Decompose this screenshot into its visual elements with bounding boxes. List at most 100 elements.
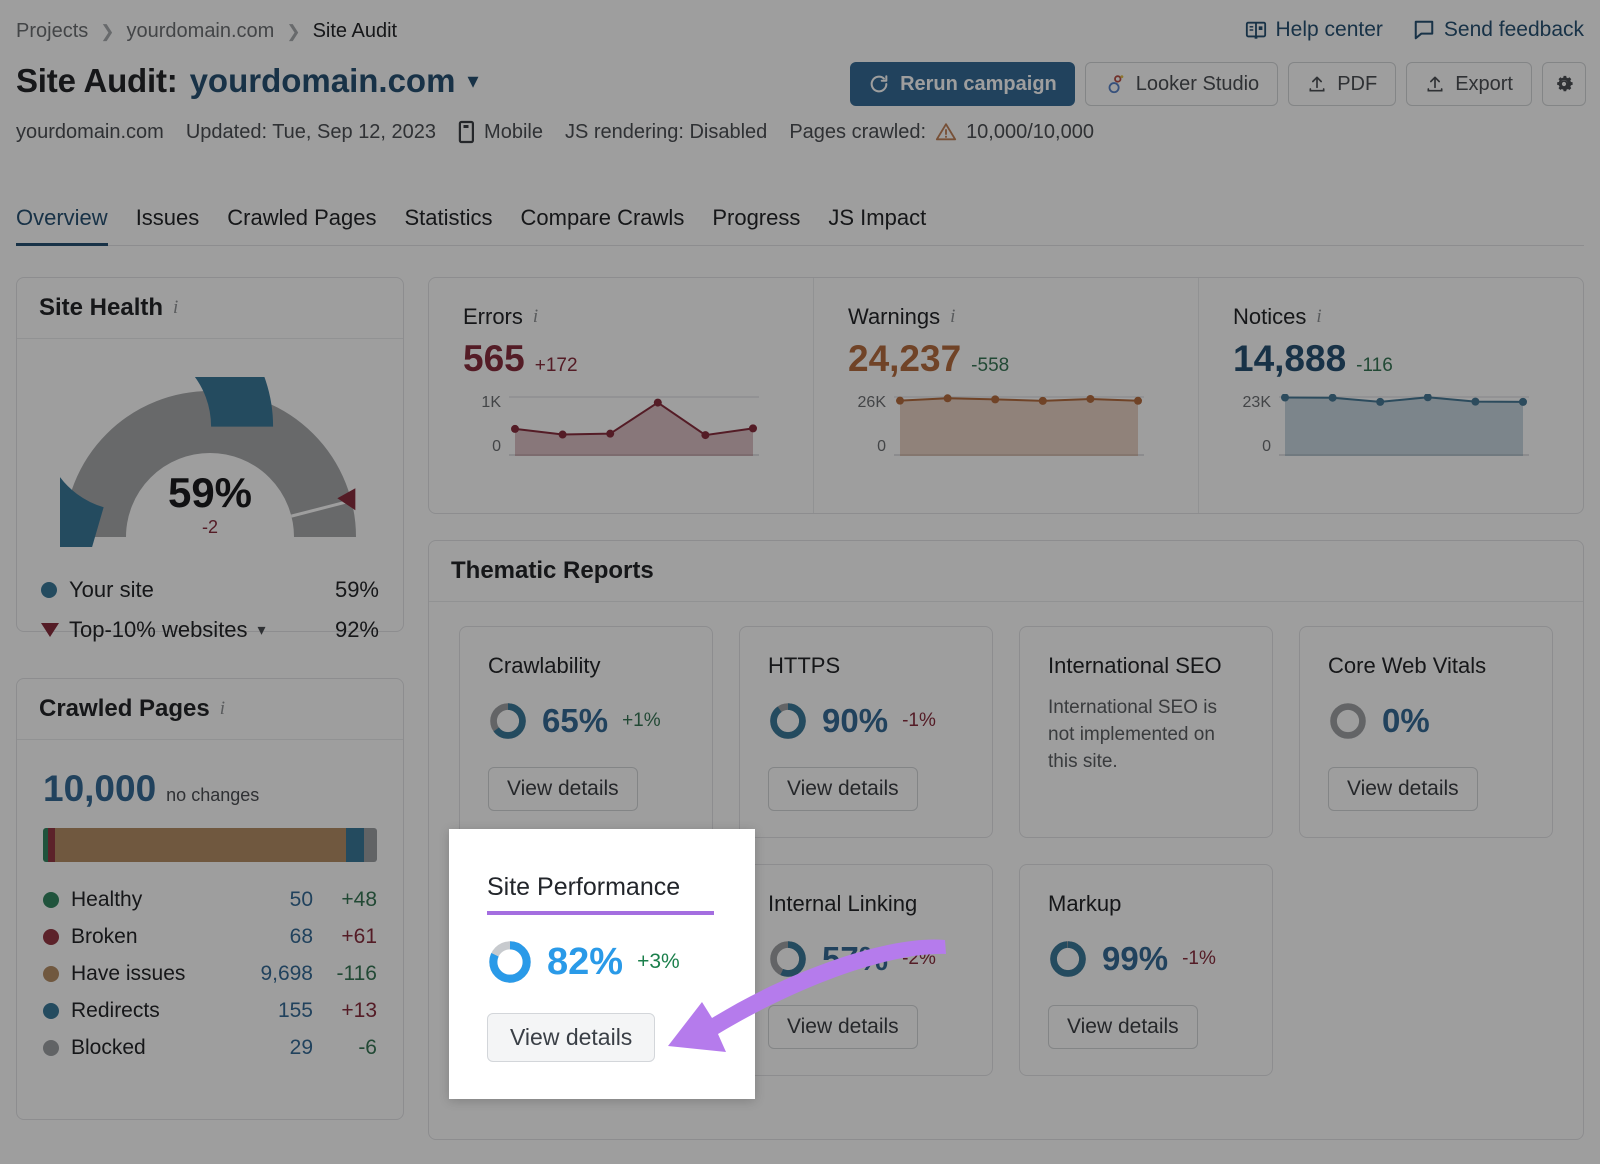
thematic-card-crawlability: Crawlability 65% +1% View details [459,626,713,838]
tab-issues[interactable]: Issues [136,205,200,246]
export-button[interactable]: Export [1406,62,1532,106]
tab-compare-crawls[interactable]: Compare Crawls [521,205,685,246]
info-icon[interactable]: i [1316,306,1321,328]
stat-name: Notices [1233,304,1307,329]
thematic-card-international-seo: International SEO International SEO is n… [1019,626,1273,838]
thematic-card-view-details-button[interactable]: View details [1328,767,1478,811]
page-title-domain[interactable]: yourdomain.com [190,62,456,100]
donut-icon [490,703,526,739]
callout-value-row: 82% +3% [449,915,755,985]
thematic-card-view-details-button[interactable]: View details [768,1005,918,1049]
thematic-card-https: HTTPS 90% -1% View details [739,626,993,838]
crawled-pages-row-delta: +48 [341,888,377,911]
crawled-pages-total: 10,000 [43,768,157,809]
sparkline-svg [509,396,759,456]
mobile-icon [458,120,475,144]
legend-dot-icon [41,582,57,598]
stat-sparkline: 26K 0 [848,394,1164,456]
breadcrumb: Projects ❯ yourdomain.com ❯ Site Audit [16,20,397,43]
stats-strip-panel: Errors i 565 +172 1K 0 Warnings i 24,237… [428,277,1584,514]
axis-top-label: 23K [1242,394,1271,411]
meta-pages-value: 10,000/10,000 [966,120,1094,143]
crawled-pages-row: Broken 68 +61 [43,925,377,949]
axis-bottom-label: 0 [492,438,501,455]
stat-card-warnings: Warnings i 24,237 -558 26K 0 [813,278,1198,513]
upload-icon [1309,76,1325,92]
thematic-card-value-row: 65% +1% [488,701,684,741]
callout-title: Site Performance [487,873,681,901]
meta-device: Mobile [458,120,543,144]
thematic-card-view-details-button[interactable]: View details [768,767,918,811]
sparkline-axis: 1K 0 [463,394,509,456]
crawled-pages-row-count: 9,698 [260,962,313,985]
crawled-pages-total-row: 10,000 no changes [17,740,403,810]
warning-triangle-icon [935,123,957,141]
donut-icon [770,941,806,977]
chevron-down-icon[interactable]: ▾ [467,68,478,94]
stat-value: 24,237 [848,338,962,379]
stat-number-row: 565 +172 [463,338,779,380]
thematic-card-view-details-button[interactable]: View details [1048,1005,1198,1049]
crawled-pages-row-count: 50 [289,888,313,911]
help-center-link[interactable]: Help center [1245,18,1383,42]
axis-bottom-label: 0 [1262,438,1271,455]
thematic-card-note: International SEO is not implemented on … [1048,697,1217,772]
rerun-campaign-button[interactable]: Rerun campaign [850,62,1075,106]
pdf-label: PDF [1337,72,1378,95]
crawled-pages-row-count: 68 [289,925,313,948]
chevron-right-icon: ❯ [100,21,115,41]
pdf-button[interactable]: PDF [1288,62,1397,106]
donut-icon [1050,941,1086,977]
chevron-right-icon: ❯ [286,21,301,41]
donut-icon [770,703,806,739]
thematic-card-value-row: 99% -1% [1048,939,1244,979]
settings-button[interactable] [1542,62,1586,106]
breadcrumb-projects[interactable]: Projects [16,20,88,43]
tab-progress[interactable]: Progress [712,205,800,246]
callout-view-details-button[interactable]: View details [487,1013,656,1062]
send-feedback-link[interactable]: Send feedback [1413,18,1584,42]
sparkline-svg [894,394,1144,456]
crawled-pages-bar-segment [363,828,377,862]
stat-head: Warnings i [848,304,1164,330]
stat-number-row: 14,888 -116 [1233,338,1549,380]
crawled-pages-row: Redirects 155 +13 [43,999,377,1023]
callout-delta: +3% [637,950,680,973]
tab-overview[interactable]: Overview [16,205,108,246]
sparkline-svg [1279,394,1529,456]
thematic-card-value-row: 57% -2% [768,939,964,979]
stat-head: Notices i [1233,304,1549,330]
thematic-card-delta: -1% [1182,948,1216,969]
thematic-card-view-details-button[interactable]: View details [488,767,638,811]
info-icon[interactable]: i [533,306,538,328]
crawled-pages-row: Blocked 29 -6 [43,1036,377,1060]
crawled-pages-row-count: 29 [289,1036,313,1059]
legend-top10[interactable]: Top-10% websites ▾ 92% [41,617,379,643]
thematic-card-name: International SEO [1048,653,1222,678]
crawled-pages-header: Crawled Pages i [17,679,403,740]
crawled-pages-bar [43,828,377,862]
looker-studio-icon [1108,75,1124,94]
site-health-value: 59% [167,469,253,516]
legend-top10-value: 92% [334,617,379,642]
stat-sparkline: 1K 0 [463,394,779,456]
meta-pages-label: Pages crawled: [789,120,927,143]
looker-studio-button[interactable]: Looker Studio [1084,62,1279,106]
tab-crawled-pages[interactable]: Crawled Pages [227,205,376,246]
info-icon[interactable]: i [950,306,955,328]
thematic-card-markup: Markup 99% -1% View details [1019,864,1273,1076]
meta-js-rendering: JS rendering: Disabled [564,120,768,143]
sparkline-axis: 23K 0 [1233,394,1279,456]
thematic-card-name: HTTPS [768,653,841,678]
legend-dot-icon [43,1040,59,1056]
legend-your-site: Your site 59% [41,577,379,603]
crawled-pages-legend: Healthy 50 +48 Broken 68 +61 Have issues… [43,888,377,1060]
crawled-pages-row-label: Blocked [71,1036,146,1059]
thematic-card-percent: 99% [1102,940,1169,977]
chevron-down-icon[interactable]: ▾ [258,620,266,640]
info-icon[interactable]: i [173,297,178,319]
tab-statistics[interactable]: Statistics [404,205,492,246]
info-icon[interactable]: i [220,698,225,720]
breadcrumb-domain[interactable]: yourdomain.com [127,20,275,43]
tab-js-impact[interactable]: JS Impact [828,205,926,246]
